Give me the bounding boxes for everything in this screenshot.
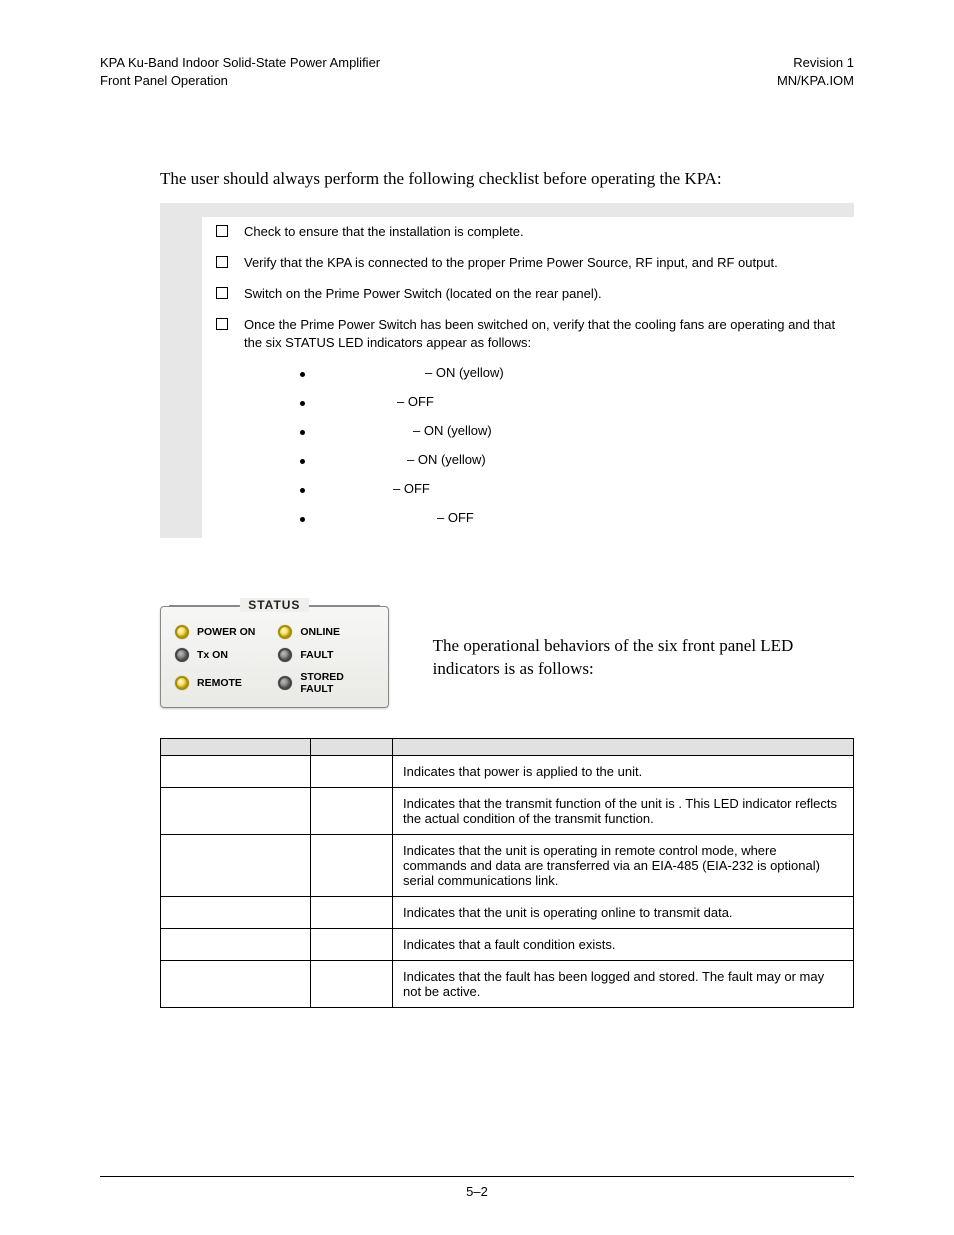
table-row: Indicates that power is applied to the u… (161, 756, 854, 788)
bullet-icon (300, 459, 305, 464)
step-column (160, 203, 202, 538)
header-right: Revision 1MN/KPA.IOM (777, 54, 854, 89)
status-panel-figure: STATUS POWER ON ONLINE Tx ON FAULT REMOT… (160, 606, 389, 708)
led-icon (175, 625, 189, 639)
checklist-item: Switch on the Prime Power Switch (locate… (202, 279, 854, 310)
sub-item: – OFF (300, 504, 846, 533)
bullet-icon (300, 372, 305, 377)
table-row: Indicates that the unit is operating onl… (161, 897, 854, 929)
table-row: Indicates that the transmit function of … (161, 788, 854, 835)
sub-item: – ON (yellow) (300, 359, 846, 388)
checklist-header-bar (202, 203, 854, 217)
bullet-icon (300, 488, 305, 493)
figure-row: STATUS POWER ON ONLINE Tx ON FAULT REMOT… (160, 606, 854, 708)
led-icon (278, 648, 292, 662)
page-header: KPA Ku-Band Indoor Solid-State Power Amp… (100, 54, 854, 89)
led-stored-fault: STORED FAULT (278, 671, 373, 695)
status-title: STATUS (240, 598, 308, 612)
table-row: Indicates that the fault has been logged… (161, 961, 854, 1008)
sub-item: – ON (yellow) (300, 446, 846, 475)
checklist-text: Switch on the Prime Power Switch (locate… (244, 285, 602, 304)
intro-text: The user should always perform the follo… (160, 169, 854, 189)
checklist-item: Once the Prime Power Switch has been swi… (202, 310, 854, 539)
table-row: Indicates that the unit is operating in … (161, 835, 854, 897)
led-power-on: POWER ON (175, 625, 270, 639)
page-number: 5–2 (0, 1184, 954, 1199)
footer-rule (100, 1176, 854, 1177)
th-led (161, 739, 311, 756)
led-status-sublist: – ON (yellow) – OFF – ON (yellow) – ON (… (300, 359, 846, 532)
header-left: KPA Ku-Band Indoor Solid-State Power Amp… (100, 54, 380, 89)
led-remote: REMOTE (175, 671, 270, 695)
bullet-icon (300, 517, 305, 522)
sub-item: – ON (yellow) (300, 417, 846, 446)
bullet-icon (300, 401, 305, 406)
led-tx-on: Tx ON (175, 648, 270, 662)
led-icon (175, 676, 189, 690)
led-behavior-table: Indicates that power is applied to the u… (160, 738, 854, 1008)
checkbox-icon (216, 225, 228, 237)
th-color (311, 739, 393, 756)
led-online: ONLINE (278, 625, 373, 639)
led-icon (278, 625, 292, 639)
checklist-text: Check to ensure that the installation is… (244, 223, 524, 242)
th-desc (393, 739, 854, 756)
led-fault: FAULT (278, 648, 373, 662)
checklist-item: Verify that the KPA is connected to the … (202, 248, 854, 279)
checklist: Check to ensure that the installation is… (160, 203, 854, 538)
checkbox-icon (216, 318, 228, 330)
figure-caption: The operational behaviors of the six fro… (433, 634, 854, 682)
sub-item: – OFF (300, 475, 846, 504)
led-icon (175, 648, 189, 662)
checkbox-icon (216, 287, 228, 299)
table-row: Indicates that a fault condition exists. (161, 929, 854, 961)
led-icon (278, 676, 292, 690)
checklist-text: Verify that the KPA is connected to the … (244, 254, 778, 273)
bullet-icon (300, 430, 305, 435)
checklist-text: Once the Prime Power Switch has been swi… (244, 317, 835, 351)
checkbox-icon (216, 256, 228, 268)
sub-item: – OFF (300, 388, 846, 417)
checklist-item: Check to ensure that the installation is… (202, 217, 854, 248)
